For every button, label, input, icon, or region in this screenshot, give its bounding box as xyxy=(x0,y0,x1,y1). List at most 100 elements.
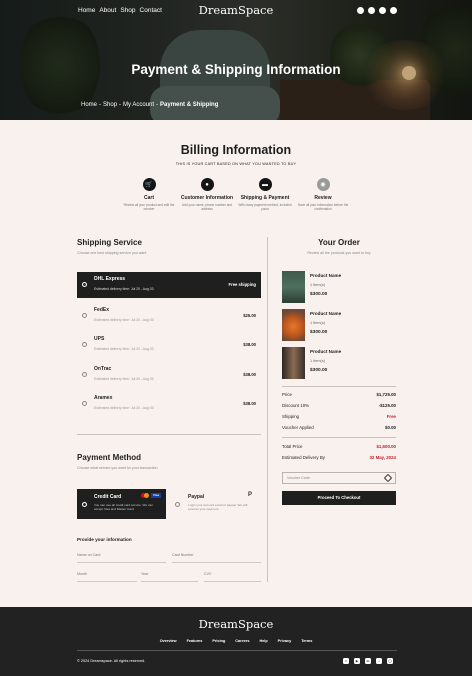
radio-button[interactable] xyxy=(175,502,180,507)
shipping-option-fedex[interactable]: FedEx Estimated delivery time: Jul 20 - … xyxy=(77,303,261,329)
step-desc: With many payment method, included yours xyxy=(238,203,292,212)
payment-option-paypal[interactable]: Paypal Login your account email of paypa… xyxy=(172,489,261,519)
radio-button[interactable] xyxy=(82,282,87,287)
payment-option-credit-card[interactable]: Credit Card You can use all credit card … xyxy=(77,489,166,519)
total-value: $1,600.00 xyxy=(376,444,396,449)
order-item[interactable]: Product Name 1 Item(s) $300.00 xyxy=(282,347,396,379)
facebook-icon[interactable]: f xyxy=(343,658,349,664)
voucher-input[interactable]: Voucher Code xyxy=(282,472,396,484)
breadcrumb-separator: - xyxy=(99,102,102,108)
step-cart[interactable]: 🛒 Cart Review all your product and edit … xyxy=(120,178,178,211)
order-item[interactable]: Product Name 1 Item(s) $300.00 xyxy=(282,309,396,341)
footer-logo[interactable]: DreamSpace xyxy=(0,617,472,631)
summary-row-voucher: Voucher Applied $0.00 xyxy=(282,425,396,430)
summary-value: $1,725.00 xyxy=(376,392,396,397)
tiktok-icon[interactable]: ♪ xyxy=(376,658,382,664)
step-label: Shipping & Payment xyxy=(240,195,290,201)
summary-row-price: Price $1,725.00 xyxy=(282,392,396,397)
payment-subtitle: Choose what service you want for your tr… xyxy=(77,466,158,470)
step-desc: Add your name, phone number and address xyxy=(181,203,233,212)
shipping-date: Estimated delivery time: Jul 20 - Aug 03 xyxy=(94,347,154,351)
breadcrumb-account[interactable]: My Account xyxy=(123,102,154,108)
linkedin-icon[interactable]: in xyxy=(365,658,371,664)
checkout-button[interactable]: Proceed To Checkout xyxy=(282,491,396,505)
step-shipping-payment[interactable]: ▬ Shipping & Payment With many payment m… xyxy=(236,178,294,211)
total-price-row: Total Price $1,600.00 xyxy=(282,444,396,449)
product-qty: 1 Item(s) xyxy=(310,321,325,325)
brand-logo[interactable]: DreamSpace xyxy=(0,3,472,17)
summary-value: Free xyxy=(386,414,396,419)
heart-icon[interactable] xyxy=(379,7,386,14)
search-icon[interactable] xyxy=(357,7,364,14)
summary-value: -$125.00 xyxy=(378,403,396,408)
footer-link-overview[interactable]: Overview xyxy=(160,639,177,643)
shipping-date: Estimated delivery time: Jul 20 - Aug 03 xyxy=(94,406,154,410)
summary-divider xyxy=(282,437,396,438)
step-customer-info[interactable]: ● Customer Information Add your name, ph… xyxy=(178,178,236,211)
summary-divider xyxy=(282,386,396,387)
summary-label: Price xyxy=(282,392,293,397)
name-on-card-field[interactable]: Name on Card xyxy=(77,553,166,563)
product-qty: 1 Item(s) xyxy=(310,359,325,363)
tag-icon[interactable] xyxy=(383,473,393,483)
summary-row-discount: Discount 10% -$125.00 xyxy=(282,403,396,408)
month-field[interactable]: Month xyxy=(77,572,137,582)
user-icon: ● xyxy=(200,178,214,191)
shipping-date: Estimated delivery time: Jul 20 - Aug 03 xyxy=(94,287,154,291)
footer-link-help[interactable]: Help xyxy=(259,639,267,643)
review-icon: ◉ xyxy=(316,178,330,191)
footer-link-features[interactable]: Features xyxy=(187,639,203,643)
shipping-price: Free shipping xyxy=(228,282,256,287)
footer-link-privacy[interactable]: Privacy xyxy=(278,639,292,643)
shipping-date: Estimated delivery time: Jul 20 - Aug 03 xyxy=(94,377,154,381)
total-label: Total Price xyxy=(282,444,303,449)
payment-title: Payment Method xyxy=(77,453,142,462)
shipping-option-dhl[interactable]: DHL Express Estimated delivery time: Jul… xyxy=(77,272,261,298)
radio-button[interactable] xyxy=(82,313,87,318)
shipping-name: UPS xyxy=(94,336,105,342)
voucher-placeholder: Voucher Code xyxy=(287,476,310,480)
social-links: f ▶ in ♪ ◯ xyxy=(343,658,393,664)
product-name: Product Name xyxy=(310,311,342,316)
payment-name: Credit Card xyxy=(94,494,122,500)
summary-row-shipping: Shipping Free xyxy=(282,414,396,419)
paypal-icon: P xyxy=(248,492,253,498)
product-price: $300.00 xyxy=(310,292,328,297)
shipping-option-aramex[interactable]: Aramex Estimated delivery time: Jul 20 -… xyxy=(77,391,261,417)
breadcrumb-home[interactable]: Home xyxy=(81,102,97,108)
radio-button[interactable] xyxy=(82,372,87,377)
payment-desc: You can use all credit card service. We … xyxy=(94,503,153,512)
footer-link-careers[interactable]: Careers xyxy=(235,639,249,643)
shipping-option-ontrac[interactable]: OnTrac Estimated delivery time: Jul 20 -… xyxy=(77,362,261,388)
breadcrumb-separator: - xyxy=(119,102,122,108)
youtube-icon[interactable]: ▶ xyxy=(354,658,360,664)
instagram-icon[interactable]: ◯ xyxy=(387,658,393,664)
cvv-field[interactable]: CVV xyxy=(204,572,261,582)
footer-link-terms[interactable]: Terms xyxy=(301,639,312,643)
radio-button[interactable] xyxy=(82,342,87,347)
summary-value: $0.00 xyxy=(385,425,396,430)
year-field[interactable]: Year xyxy=(141,572,198,582)
radio-button[interactable] xyxy=(82,502,87,507)
summary-label: Discount 10% xyxy=(282,403,310,408)
breadcrumb: Home - Shop - My Account - Payment & Shi… xyxy=(81,102,218,108)
shipping-subtitle: Choose one best shipping service you wan… xyxy=(77,251,147,255)
section-divider xyxy=(77,434,261,435)
column-divider xyxy=(267,237,268,582)
step-review[interactable]: ◉ Review Have all your information befor… xyxy=(294,178,352,211)
summary-label: Voucher Applied xyxy=(282,425,314,430)
breadcrumb-shop[interactable]: Shop xyxy=(103,102,117,108)
card-number-field[interactable]: Card Number xyxy=(172,553,261,563)
cart-icon[interactable] xyxy=(390,7,397,14)
step-label: Cart xyxy=(143,195,154,201)
radio-button[interactable] xyxy=(82,401,87,406)
card-info-title: Provide your information xyxy=(77,537,132,542)
shipping-name: FedEx xyxy=(94,307,110,313)
user-icon[interactable] xyxy=(368,7,375,14)
shipping-option-ups[interactable]: UPS Estimated delivery time: Jul 20 - Au… xyxy=(77,332,261,358)
shipping-price: $38.00 xyxy=(243,372,256,377)
product-qty: 1 Item(s) xyxy=(310,283,325,287)
billing-subtitle: THIS IS YOUR CART BASED ON WHAT YOU WANT… xyxy=(175,162,297,166)
footer-link-pricing[interactable]: Pricing xyxy=(212,639,225,643)
order-item[interactable]: Product Name 1 Item(s) $300.00 xyxy=(282,271,396,303)
